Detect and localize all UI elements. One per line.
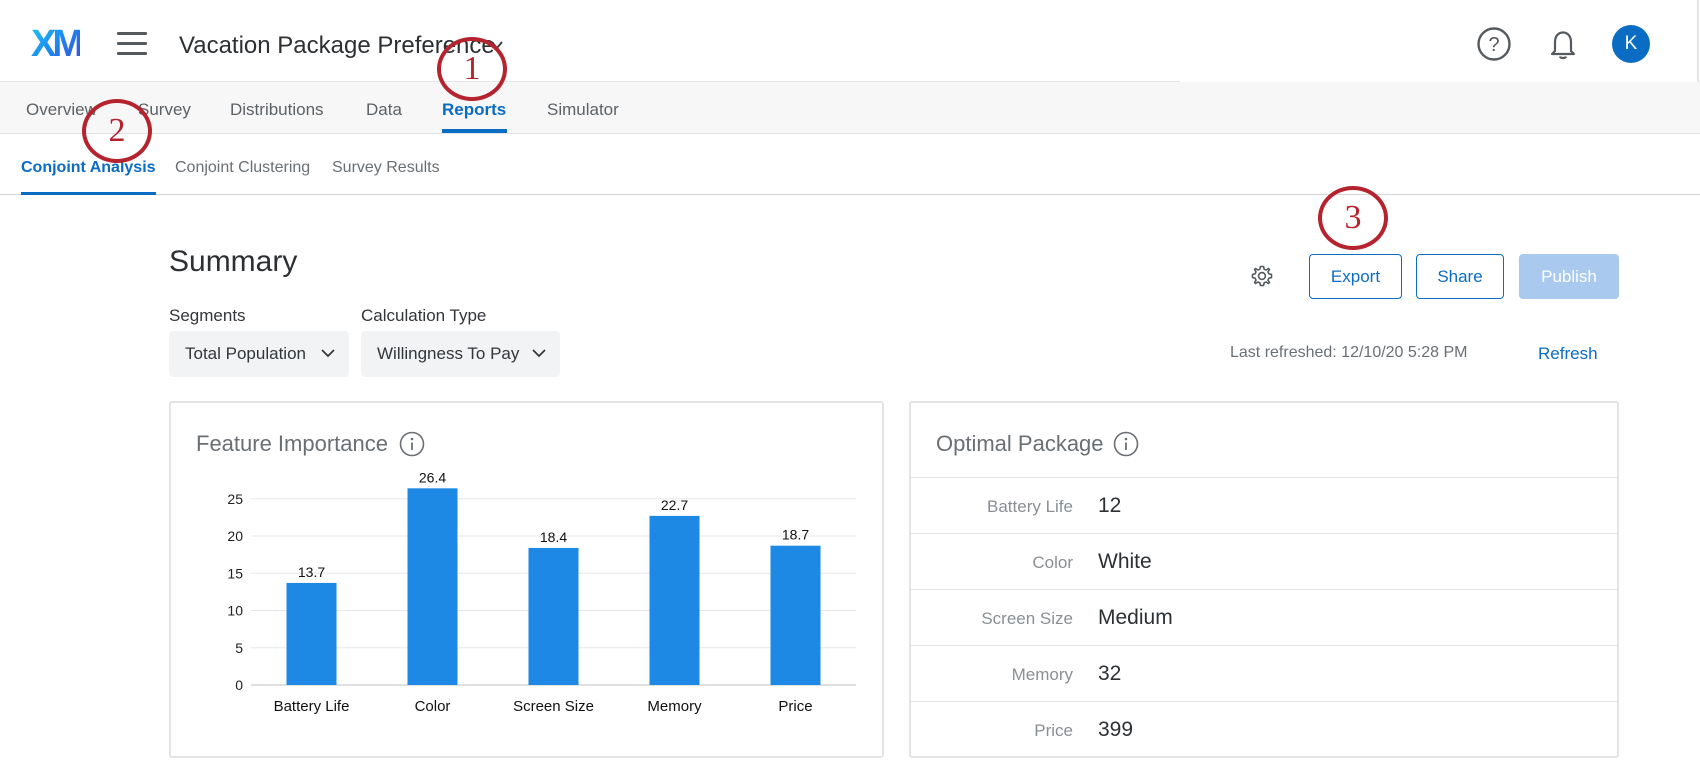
attribute-label: Price xyxy=(1034,721,1073,740)
avatar[interactable]: K xyxy=(1612,25,1650,63)
bar xyxy=(286,582,337,685)
data-label: 18.7 xyxy=(782,527,809,543)
help-icon[interactable]: ? xyxy=(1474,24,1514,64)
main-nav: Overview Survey Distributions Data Repor… xyxy=(0,82,1700,134)
publish-button[interactable]: Publish xyxy=(1519,254,1619,299)
segments-value: Total Population xyxy=(185,344,306,363)
last-refreshed-text: Last refreshed: 12/10/20 5:28 PM xyxy=(1230,344,1468,361)
subtab-conjoint-analysis[interactable]: Conjoint Analysis xyxy=(21,159,156,177)
bar xyxy=(407,488,458,685)
callout-marker-2: 2 xyxy=(82,99,152,163)
bell-icon[interactable] xyxy=(1543,24,1583,64)
calculation-type-dropdown[interactable]: Willingness To Pay xyxy=(361,331,560,377)
tab-simulator[interactable]: Simulator xyxy=(547,100,619,120)
subtab-conjoint-clustering[interactable]: Conjoint Clustering xyxy=(175,159,310,177)
x-tick-label: Price xyxy=(778,698,812,715)
bar xyxy=(770,545,821,685)
feature-importance-card: Feature Importance 0 5 10 15 20 25 13.7 Battery… xyxy=(169,401,884,758)
tab-distributions[interactable]: Distributions xyxy=(230,100,324,120)
feature-importance-chart: 0 5 10 15 20 25 13.7 Battery Life 26.4 Color 18.4 S… xyxy=(227,469,856,715)
data-label: 18.4 xyxy=(540,529,567,545)
active-subtab-indicator xyxy=(21,192,156,195)
hamburger-icon[interactable] xyxy=(117,32,147,56)
attribute-value: 12 xyxy=(1098,494,1122,517)
attribute-value: 399 xyxy=(1098,718,1134,741)
callout-marker-3: 3 xyxy=(1318,186,1388,250)
chevron-down-icon xyxy=(532,349,546,358)
optimal-package-row: Screen Size Medium xyxy=(911,589,1617,645)
attribute-value: Medium xyxy=(1098,606,1173,629)
segments-dropdown[interactable]: Total Population xyxy=(169,331,349,377)
callout-marker-1: 1 xyxy=(437,37,507,101)
attribute-label: Memory xyxy=(1011,665,1073,684)
y-tick-label: 10 xyxy=(227,603,243,619)
svg-text:?: ? xyxy=(1488,34,1499,56)
page-title: Summary xyxy=(169,245,298,278)
y-tick-label: 15 xyxy=(227,565,243,581)
active-tab-indicator xyxy=(442,129,507,133)
data-label: 22.7 xyxy=(661,497,688,513)
optimal-package-card: Optimal Package Battery Life 12 Color Wh… xyxy=(909,401,1619,758)
attribute-value: 32 xyxy=(1098,662,1122,685)
top-bar: XM Vacation Package Preference ? K xyxy=(0,0,1700,82)
attribute-value: White xyxy=(1098,550,1152,573)
xm-logo[interactable]: XM xyxy=(31,24,84,64)
segments-label: Segments xyxy=(169,306,246,325)
info-icon[interactable] xyxy=(1113,431,1139,457)
refresh-link[interactable]: Refresh xyxy=(1538,344,1598,364)
x-tick-label: Screen Size xyxy=(513,698,594,715)
y-tick-label: 25 xyxy=(227,491,243,507)
optimal-package-row: Price 399 xyxy=(911,701,1617,757)
bar xyxy=(649,515,700,685)
share-button[interactable]: Share xyxy=(1416,254,1504,299)
gear-icon[interactable] xyxy=(1250,264,1274,288)
optimal-package-title: Optimal Package xyxy=(936,431,1104,456)
tab-data[interactable]: Data xyxy=(366,100,402,120)
attribute-label: Color xyxy=(1032,553,1073,572)
x-tick-label: Color xyxy=(415,698,451,715)
x-tick-label: Memory xyxy=(647,698,702,715)
data-label: 26.4 xyxy=(419,469,446,485)
tab-reports[interactable]: Reports xyxy=(442,100,506,120)
attribute-label: Screen Size xyxy=(981,609,1073,628)
optimal-package-row: Color White xyxy=(911,533,1617,589)
subtab-survey-results[interactable]: Survey Results xyxy=(332,159,440,177)
window-edge xyxy=(1697,0,1699,82)
sub-nav: Conjoint Analysis Conjoint Clustering Su… xyxy=(0,134,1700,195)
optimal-package-row: Battery Life 12 xyxy=(911,477,1617,533)
export-button[interactable]: Export xyxy=(1309,254,1402,299)
y-tick-label: 0 xyxy=(235,677,243,693)
data-label: 13.7 xyxy=(298,564,325,580)
optimal-package-row: Memory 32 xyxy=(911,645,1617,701)
chevron-down-icon xyxy=(321,349,335,358)
y-tick-label: 20 xyxy=(227,528,243,544)
calculation-type-value: Willingness To Pay xyxy=(377,344,520,363)
calculation-type-label: Calculation Type xyxy=(361,306,487,325)
bar xyxy=(528,547,579,685)
attribute-label: Battery Life xyxy=(987,497,1073,516)
x-tick-label: Battery Life xyxy=(274,698,350,715)
y-tick-label: 5 xyxy=(235,640,243,656)
